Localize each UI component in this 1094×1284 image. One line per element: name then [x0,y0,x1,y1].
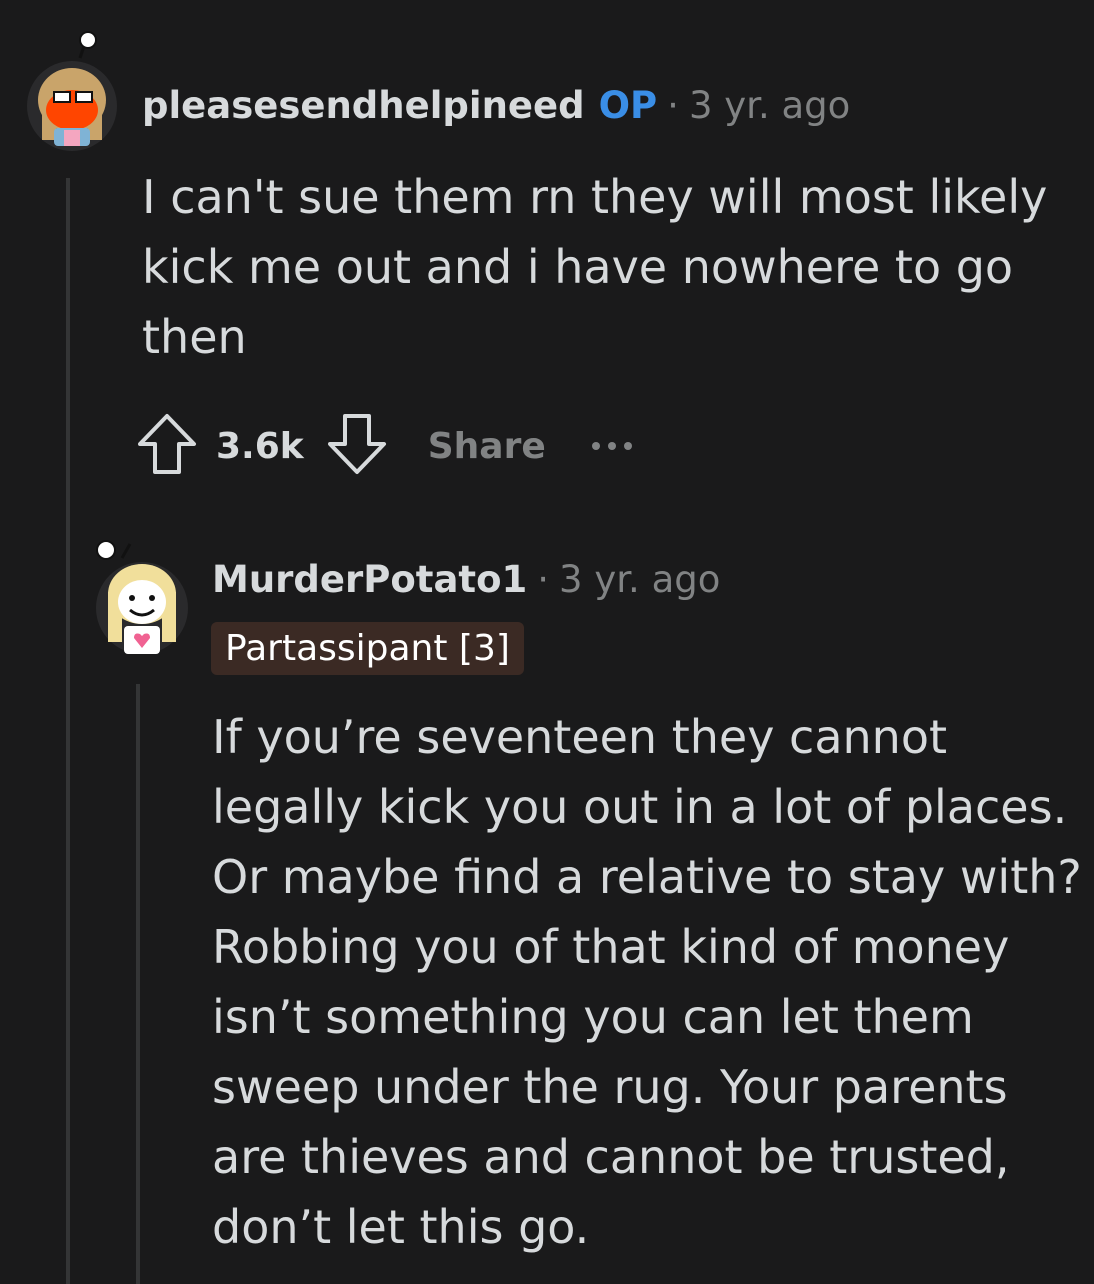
comment-line: isn’t something you can let them [212,990,974,1044]
comment-line: don’t let this go. [212,1200,590,1254]
vote-score: 3.6k [216,425,304,467]
more-dot [591,442,600,450]
timestamp[interactable]: 3 yr. ago [559,558,720,601]
avatar[interactable] [92,536,192,660]
username-link[interactable]: MurderPotato1 [212,558,527,601]
timestamp[interactable]: 3 yr. ago [689,84,850,127]
comment-line: legally kick you out in a lot of places. [212,780,1068,834]
comment-body: If you’re seventeen they cannot legally … [212,702,1082,1262]
comment-meta: MurderPotato1 · 3 yr. ago [212,558,720,601]
comment-line: sweep under the rug. Your parents [212,1060,1008,1114]
upvote-arrow-icon[interactable] [136,412,198,480]
op-badge: OP [598,84,658,127]
comment-line: Or maybe find a relative to stay with? [212,850,1082,904]
avatar[interactable] [24,30,120,152]
comment-meta: pleasesendhelpineed OP · 3 yr. ago [142,84,850,127]
downvote-arrow-icon[interactable] [326,412,388,480]
separator-dot: · [667,84,679,127]
thread-line-root[interactable] [66,178,70,1284]
share-button[interactable]: Share [428,426,546,467]
comment-body: I can't sue them rn they will most likel… [142,162,1047,372]
comment-line: I can't sue them rn they will most likel… [142,170,1048,224]
comment-actions: 3.6k Share [136,412,632,480]
comment-line: are thieves and cannot be trusted, [212,1130,1010,1184]
comment-line: Robbing you of that kind of money [212,920,1010,974]
more-dot [623,442,632,450]
more-dot [607,442,616,450]
user-flair: Partassipant [3] [211,622,524,675]
username-link[interactable]: pleasesendhelpineed [142,84,585,127]
comment-line: then [142,310,247,364]
separator-dot: · [537,558,550,601]
comment-line: If you’re seventeen they cannot [212,710,948,764]
thread-line-reply[interactable] [136,684,140,1284]
more-options-icon[interactable] [591,442,632,450]
comment-line: kick me out and i have nowhere to go [142,240,1014,294]
